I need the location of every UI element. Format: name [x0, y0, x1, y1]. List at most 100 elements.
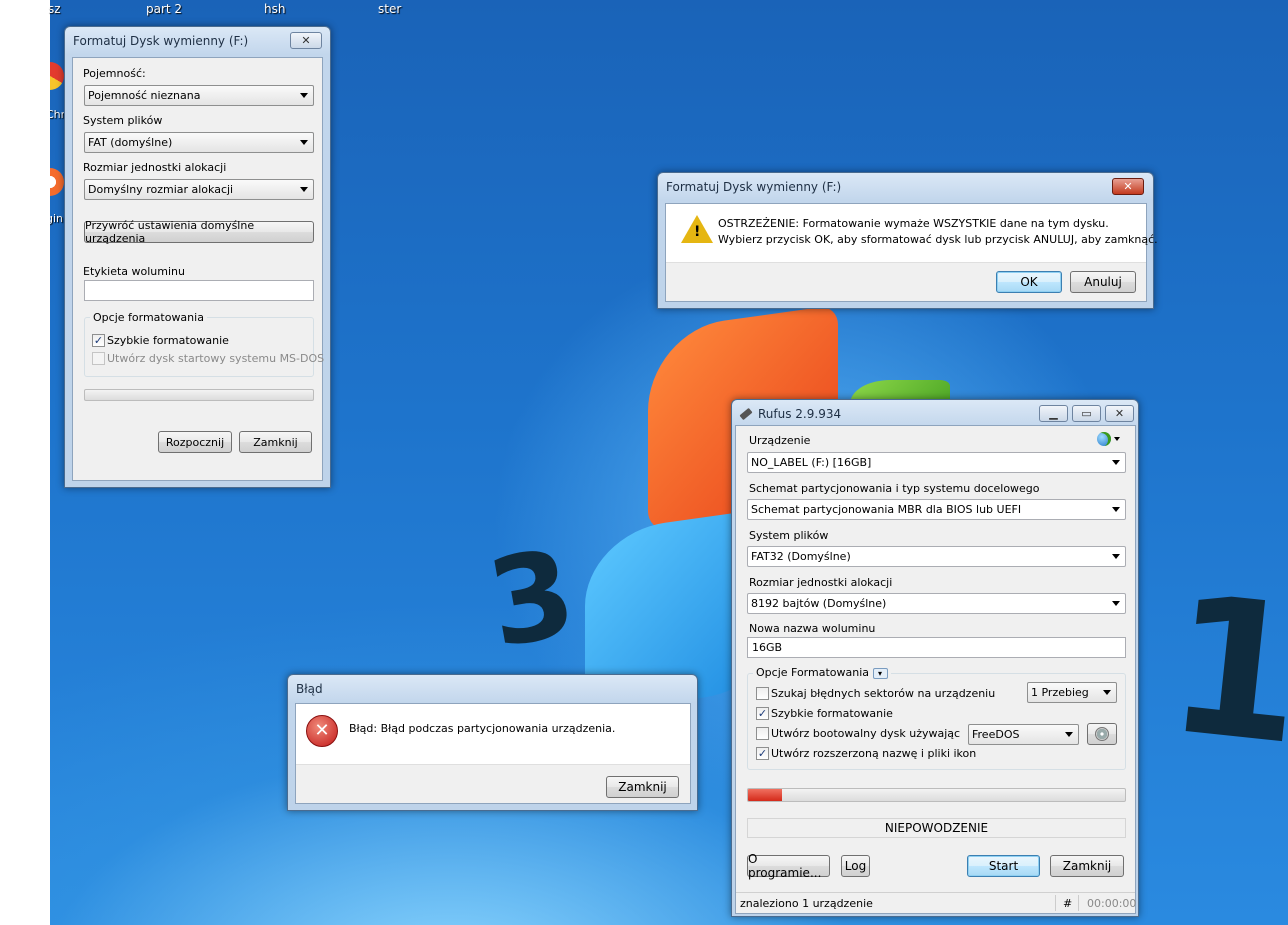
footer-hash[interactable]: # [1063, 897, 1072, 910]
footer-separator [1078, 895, 1079, 911]
chrome-icon[interactable] [50, 62, 64, 90]
volume-name-label: Nowa nazwa woluminu [749, 622, 876, 635]
close-icon[interactable]: ✕ [1112, 178, 1144, 195]
warning-dialog-title: Formatuj Dysk wymienny (F:) [666, 180, 842, 194]
close-button[interactable]: Zamknij [1050, 855, 1124, 877]
error-message: Błąd: Błąd podczas partycjonowania urząd… [349, 722, 616, 735]
start-button[interactable]: Start [967, 855, 1040, 877]
filesystem-value: FAT32 (Domyślne) [751, 550, 851, 563]
filesystem-value: FAT (domyślne) [88, 136, 173, 149]
volume-label-label: Etykieta woluminu [83, 265, 185, 278]
close-button[interactable]: Zamknij [239, 431, 312, 453]
format-window: Formatuj Dysk wymienny (F:) ✕ Pojemność:… [64, 26, 331, 488]
bootable-checkbox[interactable] [756, 727, 769, 740]
desktop-digit-three: 3 [478, 523, 585, 676]
restore-defaults-button[interactable]: Przywróć ustawienia domyślne urządzenia [84, 219, 314, 245]
device-value: NO_LABEL (F:) [16GB] [751, 456, 872, 469]
chevron-down-icon [300, 140, 308, 145]
error-dialog: Błąd ✕ Błąd: Błąd podczas partycjonowani… [287, 674, 698, 811]
origin-icon[interactable] [50, 168, 64, 196]
msdos-label: Utwórz dysk startowy systemu MS-DOS [107, 352, 325, 365]
format-options-title: Opcje Formatowania ▾ [753, 666, 891, 679]
chevron-down-icon [1065, 732, 1073, 737]
format-window-client: Pojemność: Pojemność nieznana System pli… [72, 57, 325, 481]
bootable-label: Utwórz bootowalny dysk używając [771, 727, 961, 740]
filesystem-select[interactable]: FAT (domyślne) [84, 132, 314, 153]
quick-format-label: Szybkie formatowanie [771, 707, 893, 720]
minimize-icon[interactable]: ▁ [1039, 405, 1068, 422]
passes-select[interactable]: 1 Przebieg [1027, 682, 1117, 703]
quick-format-checkbox[interactable]: ✓ [92, 334, 105, 347]
format-progress-bar [84, 389, 314, 401]
rufus-title: Rufus 2.9.934 [758, 407, 842, 421]
warning-dialog-titlebar[interactable]: Formatuj Dysk wymienny (F:) [658, 173, 1153, 201]
allocation-select[interactable]: Domyślny rozmiar alokacji [84, 179, 314, 200]
chevron-down-icon [1112, 460, 1120, 465]
capacity-value: Pojemność nieznana [88, 89, 201, 102]
capacity-label: Pojemność: [83, 67, 146, 80]
close-icon[interactable]: ✕ [290, 32, 322, 49]
cluster-size-select[interactable]: 8192 bajtów (Domyślne) [747, 593, 1126, 614]
boot-type-select[interactable]: FreeDOS [968, 724, 1079, 745]
status-text: NIEPOWODZENIE [884, 821, 989, 835]
partition-scheme-select[interactable]: Schemat partycjonowania MBR dla BIOS lub… [747, 499, 1126, 520]
chevron-down-icon[interactable] [1114, 437, 1120, 441]
disc-drive-icon [1095, 727, 1109, 741]
volume-name-input[interactable]: 16GB [747, 637, 1126, 658]
warning-dialog-client: ! OSTRZEŻENIE: Formatowanie wymaże WSZYS… [665, 203, 1158, 302]
format-options-title-text: Opcje Formatowania [756, 666, 870, 679]
format-options-group [84, 317, 314, 377]
usb-drive-icon [739, 407, 753, 421]
device-label: Urządzenie [749, 434, 811, 447]
partition-scheme-label: Schemat partycjonowania i typ systemu do… [749, 482, 1040, 495]
chevron-down-icon [1103, 690, 1111, 695]
close-icon[interactable]: ✕ [1105, 405, 1134, 422]
passes-value: 1 Przebieg [1031, 686, 1089, 699]
partition-scheme-value: Schemat partycjonowania MBR dla BIOS lub… [751, 503, 1022, 516]
error-dialog-client: ✕ Błąd: Błąd podczas partycjonowania urz… [295, 703, 691, 804]
maximize-icon[interactable]: ▭ [1072, 405, 1101, 422]
chevron-down-icon [1112, 601, 1120, 606]
desktop-label-ster[interactable]: ster [378, 2, 401, 16]
msdos-checkbox [92, 352, 105, 365]
filesystem-label: System plików [749, 529, 829, 542]
volume-label-input[interactable] [84, 280, 314, 301]
bad-blocks-label: Szukaj błędnych sektorów na urządzeniu [771, 687, 996, 700]
desktop-label-sz[interactable]: sz [48, 2, 61, 16]
cancel-button[interactable]: Anuluj [1070, 271, 1136, 293]
start-button[interactable]: Rozpocznij [158, 431, 232, 453]
about-button[interactable]: O programie... [747, 852, 830, 880]
footer-status: znaleziono 1 urządzenie [740, 897, 873, 910]
chevron-down-icon [300, 93, 308, 98]
desktop-digit-one: 1 [1158, 553, 1288, 788]
warning-dialog: Formatuj Dysk wymienny (F:) ✕ ! OSTRZEŻE… [657, 172, 1158, 309]
origin-icon-label: gin [50, 212, 64, 225]
chrome-icon-label: Chr [50, 108, 66, 121]
allocation-value: Domyślny rozmiar alokacji [88, 183, 234, 196]
error-icon: ✕ [306, 715, 338, 747]
footer-separator [1055, 895, 1056, 911]
extended-label-checkbox[interactable]: ✓ [756, 747, 769, 760]
select-image-button[interactable] [1087, 723, 1117, 745]
filesystem-label: System plików [83, 114, 163, 127]
rufus-statusbar: znaleziono 1 urządzenie # 00:00:00 [736, 892, 1136, 913]
desktop-label-hsh[interactable]: hsh [264, 2, 285, 16]
device-select[interactable]: NO_LABEL (F:) [16GB] [747, 452, 1126, 473]
quick-format-checkbox[interactable]: ✓ [756, 707, 769, 720]
allocation-label: Rozmiar jednostki alokacji [83, 161, 227, 174]
globe-icon[interactable] [1097, 432, 1111, 446]
rufus-progress-bar [747, 788, 1126, 802]
capacity-select[interactable]: Pojemność nieznana [84, 85, 314, 106]
warning-line-2: Wybierz przycisk OK, aby sformatować dys… [718, 233, 1158, 246]
bad-blocks-checkbox[interactable] [756, 687, 769, 700]
toggle-advanced-icon[interactable]: ▾ [872, 667, 888, 679]
filesystem-select[interactable]: FAT32 (Domyślne) [747, 546, 1126, 567]
close-button[interactable]: Zamknij [606, 776, 679, 798]
log-button[interactable]: Log [841, 855, 870, 877]
ok-button[interactable]: OK [996, 271, 1062, 293]
error-dialog-title: Błąd [296, 682, 323, 696]
desktop-label-part2[interactable]: part 2 [146, 2, 182, 16]
chevron-down-icon [300, 187, 308, 192]
chevron-down-icon [1112, 554, 1120, 559]
error-dialog-titlebar[interactable]: Błąd [288, 675, 697, 703]
